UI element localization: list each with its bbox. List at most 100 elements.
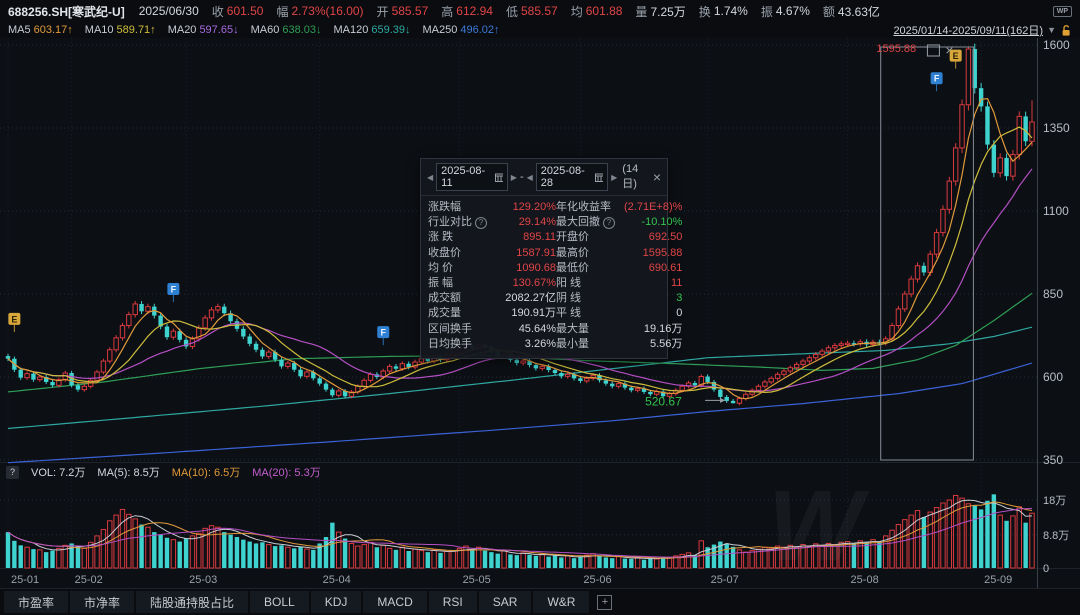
- range-text[interactable]: 2025/01/14-2025/09/11(162日): [893, 22, 1043, 38]
- tab-pe[interactable]: 市盈率: [4, 591, 68, 613]
- stat-label: 成交量: [428, 306, 498, 321]
- stat-label: 日均换手: [428, 337, 498, 352]
- range-selector[interactable]: 2025/01/14-2025/09/11(162日) ▼: [893, 22, 1072, 38]
- quote-field-value: 7.25万: [650, 3, 685, 20]
- quote-field-label: 量: [635, 3, 647, 20]
- svg-text:1350: 1350: [1043, 121, 1070, 135]
- volume-legend-item: MA(10): 6.5万: [172, 464, 240, 480]
- quote-field-label: 开: [377, 3, 389, 20]
- next-range-icon[interactable]: ▶: [611, 173, 617, 182]
- end-date: 2025-08-28: [541, 165, 591, 189]
- ma-value: 597.65↓: [199, 24, 238, 36]
- volume-legend-item: VOL: 7.2万: [31, 464, 85, 480]
- svg-text:25-06: 25-06: [583, 574, 611, 586]
- stat-value: 2082.27亿: [498, 291, 556, 306]
- quote-fields: 收601.50幅2.73%(16.00)开585.57高612.94低585.5…: [199, 3, 880, 20]
- stat-label: 涨跌幅: [428, 200, 498, 215]
- popup-header: ◀ 2025-08-11 ▶ - ◀ 2025-08-28: [421, 159, 667, 196]
- stat-label: 年化收益率: [556, 200, 624, 215]
- stat-label: 振 幅: [428, 276, 498, 291]
- tab-northbound[interactable]: 陆股通持股占比: [136, 591, 248, 613]
- quote-field-value: 585.57: [521, 4, 558, 18]
- end-date-picker[interactable]: 2025-08-28: [536, 163, 608, 191]
- stat-value: 129.20%: [498, 200, 556, 215]
- prev-range-icon[interactable]: ◀: [427, 173, 433, 182]
- svg-text:25-02: 25-02: [75, 574, 103, 586]
- min-price-label: 520.67: [645, 394, 682, 408]
- start-date-picker[interactable]: 2025-08-11: [436, 163, 508, 191]
- tab-pb[interactable]: 市净率: [70, 591, 134, 613]
- next-range-icon[interactable]: ▶: [511, 173, 517, 182]
- quote-field-value: 585.57: [392, 4, 429, 18]
- svg-text:25-05: 25-05: [463, 574, 491, 586]
- calendar-icon: [495, 173, 503, 182]
- info-icon[interactable]: ?: [603, 217, 615, 229]
- stat-value: 11: [624, 276, 682, 291]
- svg-text:1600: 1600: [1043, 38, 1070, 52]
- quote-field-label: 均: [571, 3, 583, 20]
- svg-text:0: 0: [1043, 563, 1049, 575]
- stat-label: 成交额: [428, 291, 498, 306]
- quote-field-label: 低: [506, 3, 518, 20]
- stat-label: 平 线: [556, 306, 624, 321]
- ma-value: 603.17↑: [34, 24, 73, 36]
- quote-field-value: 4.67%: [776, 4, 810, 18]
- quote-field-value: 601.50: [227, 4, 264, 18]
- tab-kdj[interactable]: KDJ: [311, 591, 362, 613]
- start-date: 2025-08-11: [441, 165, 491, 189]
- close-icon[interactable]: ×: [653, 172, 661, 182]
- stat-value: (2.71E+8)%: [624, 200, 682, 215]
- stat-label: 均 价: [428, 261, 498, 276]
- stat-label: 最小量: [556, 337, 624, 352]
- ma-value: 589.71↑: [117, 24, 156, 36]
- stat-value: 690.61: [624, 261, 682, 276]
- quote-field-label: 高: [441, 3, 453, 20]
- tab-macd[interactable]: MACD: [363, 591, 426, 613]
- quote-date: 2025/06/30: [139, 4, 199, 18]
- svg-text:8.8万: 8.8万: [1043, 530, 1069, 542]
- stat-value: -10.10%: [624, 215, 682, 230]
- add-indicator-tab[interactable]: +: [591, 591, 618, 613]
- stock-chart-app: 688256.SH[寒武纪-U] 2025/06/30 收601.50幅2.73…: [0, 0, 1080, 615]
- tab-boll[interactable]: BOLL: [250, 591, 309, 613]
- stat-value: 5.56万: [624, 337, 682, 352]
- quote-field-label: 振: [761, 3, 773, 20]
- chevron-down-icon[interactable]: ▼: [1047, 25, 1056, 35]
- tab-rsi[interactable]: RSI: [429, 591, 477, 613]
- stat-value: 19.16万: [624, 322, 682, 337]
- tab-sar[interactable]: SAR: [479, 591, 532, 613]
- prev-range-icon[interactable]: ◀: [527, 173, 533, 182]
- range-length: (14日): [622, 163, 650, 191]
- help-icon[interactable]: ?: [6, 466, 19, 479]
- stat-value: 130.67%: [498, 276, 556, 291]
- lock-open-icon[interactable]: [1060, 24, 1072, 37]
- range-stats-popup: ◀ 2025-08-11 ▶ - ◀ 2025-08-28: [420, 158, 668, 359]
- stat-value: 190.91万: [498, 306, 556, 321]
- chart-area[interactable]: 16001350110085060035018万8.8万025-0125-022…: [0, 38, 1080, 588]
- ma-label: MA10: [85, 24, 114, 36]
- tab-wr[interactable]: W&R: [533, 591, 589, 613]
- date-separator: -: [520, 171, 524, 183]
- volume-legend-item: MA(20): 5.3万: [252, 464, 320, 480]
- wp-icon[interactable]: WP: [1053, 6, 1072, 17]
- ma-label: MA250: [423, 24, 458, 36]
- ma-label: MA60: [251, 24, 280, 36]
- stat-label: 行业对比?: [428, 215, 498, 230]
- quote-field-label: 额: [823, 3, 835, 20]
- svg-text:25-01: 25-01: [11, 574, 39, 586]
- ma-label: MA5: [8, 24, 31, 36]
- stat-value: 1595.88: [624, 246, 682, 261]
- stat-value: 1587.91: [498, 246, 556, 261]
- stat-label: 最高价: [556, 246, 624, 261]
- info-icon[interactable]: ?: [475, 217, 487, 229]
- stat-value: 1090.68: [498, 261, 556, 276]
- stat-value: 692.50: [624, 230, 682, 245]
- svg-text:25-03: 25-03: [189, 574, 217, 586]
- stock-code[interactable]: 688256.SH[寒武纪-U]: [8, 3, 125, 20]
- stat-label: 收盘价: [428, 246, 498, 261]
- svg-text:1100: 1100: [1043, 204, 1069, 218]
- ma-legend: MA5603.17↑MA10589.71↑MA20597.65↓MA60638.…: [8, 24, 512, 36]
- quote-field-label: 收: [212, 3, 224, 20]
- svg-text:E: E: [11, 314, 17, 324]
- volume-layer: [6, 494, 1034, 568]
